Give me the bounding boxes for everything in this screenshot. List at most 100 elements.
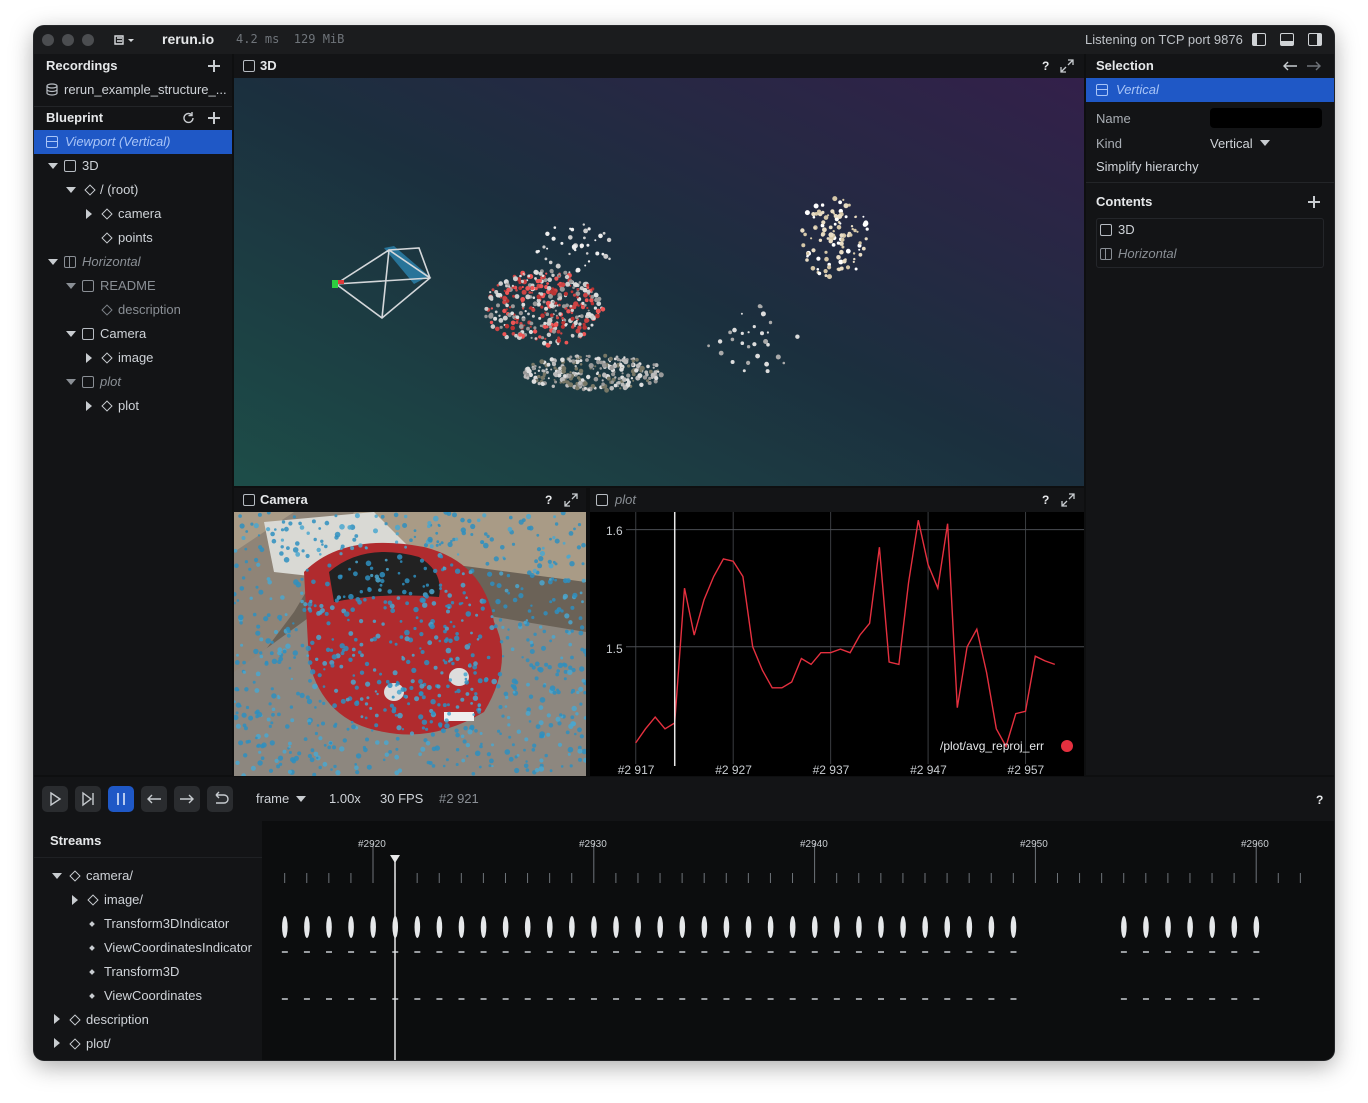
stream-camera[interactable]: camera/ [86, 868, 133, 883]
plot-view-title: plot [615, 492, 636, 507]
add-recording-icon[interactable] [208, 60, 220, 72]
ruler-label-2940: #2940 [800, 839, 828, 850]
contents-title: Contents [1096, 194, 1153, 209]
pause-button[interactable] [108, 786, 134, 812]
dropdown-caret-icon[interactable] [296, 796, 306, 802]
add-content-icon[interactable] [1308, 196, 1320, 208]
tree-item-image[interactable]: image [118, 350, 153, 365]
step-back-button[interactable] [141, 786, 167, 812]
back-arrow-icon[interactable] [1282, 60, 1298, 72]
loop-button[interactable] [207, 786, 233, 812]
tree-item-points[interactable]: points [118, 230, 153, 245]
ruler-label-2930: #2930 [579, 839, 607, 850]
tree-item-viewport[interactable]: Viewport (Vertical) [65, 134, 170, 149]
timeline-selector[interactable]: frame [256, 791, 289, 806]
view-3d-icon [1100, 224, 1112, 236]
step-forward-button[interactable] [174, 786, 200, 812]
forward-arrow-icon[interactable] [1306, 60, 1322, 72]
play-button[interactable] [42, 786, 68, 812]
maximize-icon[interactable] [1061, 493, 1075, 507]
tree-item-plot[interactable]: plot [118, 398, 139, 413]
tree-item-plot-view[interactable]: plot [100, 374, 121, 389]
collapse-triangle-icon[interactable] [66, 379, 76, 385]
stream-transform3d-indicator[interactable]: Transform3DIndicator [104, 916, 229, 931]
stream-image[interactable]: image/ [104, 892, 143, 907]
component-dot-icon [89, 921, 95, 927]
current-time[interactable]: #2 921 [439, 791, 479, 806]
3d-viewport[interactable] [234, 78, 1084, 486]
entity-icon [101, 352, 113, 364]
camera-view-title: Camera [260, 492, 308, 507]
dropdown-caret-icon[interactable] [1260, 140, 1270, 146]
y-tick-1-5: 1.5 [606, 642, 623, 656]
rerun-logo-menu-icon[interactable] [112, 33, 136, 47]
tree-item-camera[interactable]: camera [118, 206, 161, 221]
expand-triangle-icon[interactable] [54, 1038, 60, 1048]
entity-icon [69, 1038, 81, 1050]
entity-icon [84, 184, 96, 196]
expand-triangle-icon[interactable] [86, 353, 92, 363]
recordings-title: Recordings [46, 58, 118, 73]
toggle-left-panel-icon[interactable] [1252, 33, 1266, 46]
stream-plot[interactable]: plot/ [86, 1036, 111, 1051]
view-2d-icon [82, 328, 94, 340]
contents-item-3d[interactable]: 3D [1118, 222, 1135, 237]
stream-viewcoordinates[interactable]: ViewCoordinates [104, 988, 202, 1003]
zoom-window-button[interactable] [82, 34, 94, 46]
stream-viewcoordinates-indicator[interactable]: ViewCoordinatesIndicator [104, 940, 252, 955]
contents-item-horizontal[interactable]: Horizontal [1118, 246, 1177, 261]
perf-stats: 4.2 ms 129 MiB [236, 32, 345, 46]
view-3d-help-icon[interactable]: ? [1042, 59, 1049, 73]
tree-item-readme[interactable]: README [100, 278, 156, 293]
playback-speed[interactable]: 1.00x [329, 791, 361, 806]
maximize-icon[interactable] [564, 493, 578, 507]
collapse-triangle-icon[interactable] [66, 187, 76, 193]
plot-view-header: plot ? [590, 488, 1084, 512]
component-dot-icon [89, 945, 95, 951]
timeline-area[interactable]: #2920 #2930 #2940 #2950 #2960 [262, 821, 1334, 1060]
selection-title: Selection [1096, 58, 1154, 73]
kind-dropdown[interactable]: Vertical [1210, 136, 1253, 151]
maximize-icon[interactable] [1060, 59, 1074, 73]
simplify-hierarchy-button[interactable]: Simplify hierarchy [1096, 159, 1199, 174]
camera-view-help-icon[interactable]: ? [545, 493, 552, 507]
entity-icon [87, 894, 99, 906]
toggle-right-panel-icon[interactable] [1308, 33, 1322, 46]
app-window: rerun.io 4.2 ms 129 MiB Listening on TCP… [34, 26, 1334, 1060]
toggle-bottom-panel-icon[interactable] [1280, 33, 1294, 46]
tree-item-description[interactable]: description [118, 302, 181, 317]
collapse-triangle-icon[interactable] [48, 259, 58, 265]
reset-blueprint-icon[interactable] [182, 111, 196, 125]
collapse-triangle-icon[interactable] [48, 163, 58, 169]
tree-item-horizontal[interactable]: Horizontal [82, 254, 141, 269]
app-name: rerun.io [162, 31, 215, 47]
timeseries-plot[interactable]: 1.6 1.5 #2 917 #2 927 #2 937 #2 947 #2 957 /… [590, 512, 1084, 776]
tree-item-3d[interactable]: 3D [82, 158, 99, 173]
time-panel-help-icon[interactable]: ? [1316, 793, 1323, 807]
plot-view-help-icon[interactable]: ? [1042, 493, 1049, 507]
view-3d-icon [64, 160, 76, 172]
collapse-triangle-icon[interactable] [52, 873, 62, 879]
add-view-icon[interactable] [208, 112, 220, 124]
stream-description[interactable]: description [86, 1012, 149, 1027]
blueprint-title: Blueprint [46, 110, 104, 125]
collapse-triangle-icon[interactable] [66, 283, 76, 289]
expand-triangle-icon[interactable] [86, 209, 92, 219]
minimize-window-button[interactable] [62, 34, 74, 46]
recording-item[interactable]: rerun_example_structure_... [64, 82, 227, 97]
expand-triangle-icon[interactable] [54, 1014, 60, 1024]
tree-item-root[interactable]: / (root) [100, 182, 138, 197]
collapse-triangle-icon[interactable] [66, 331, 76, 337]
follow-button[interactable] [75, 786, 101, 812]
stream-transform3d[interactable]: Transform3D [104, 964, 179, 979]
view-3d-icon [243, 60, 255, 72]
name-input[interactable] [1210, 108, 1322, 128]
x-tick-label: #2 917 [618, 763, 655, 776]
playback-fps[interactable]: 30 FPS [380, 791, 423, 806]
camera-image[interactable] [234, 512, 586, 776]
expand-triangle-icon[interactable] [72, 895, 78, 905]
view-3d-header: 3D ? [234, 54, 1084, 78]
expand-triangle-icon[interactable] [86, 401, 92, 411]
close-window-button[interactable] [42, 34, 54, 46]
tree-item-camera-view[interactable]: Camera [100, 326, 146, 341]
